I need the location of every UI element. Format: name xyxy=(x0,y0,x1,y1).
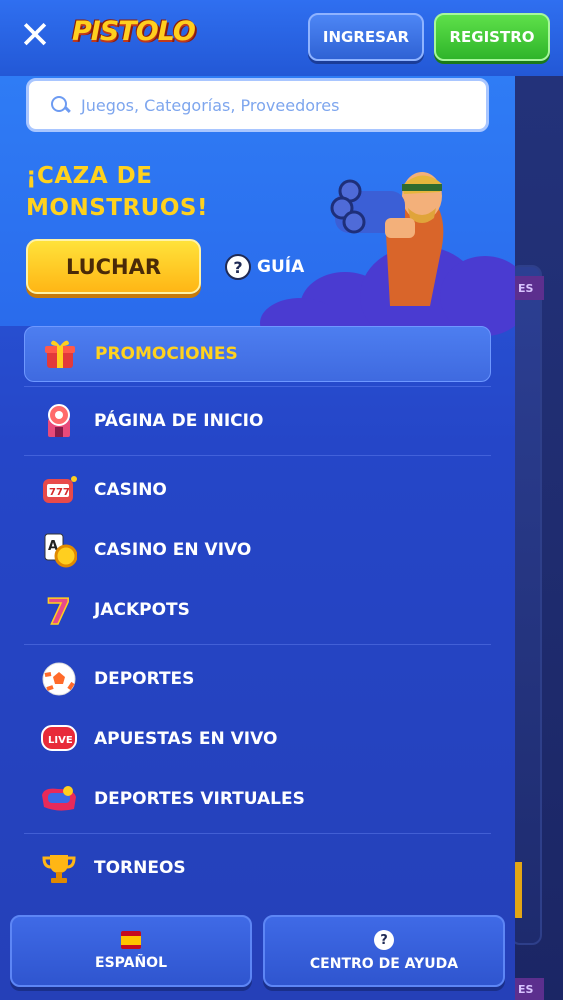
background-tag-2: ES xyxy=(512,978,544,1000)
menu-item-label: CASINO EN VIVO xyxy=(94,540,252,560)
gift-icon xyxy=(41,335,79,373)
menu-item-label: JACKPOTS xyxy=(94,600,190,620)
header: ✕ PISTOLO INGRESAR REGISTRO xyxy=(0,0,563,76)
help-center-button[interactable]: ? CENTRO DE AYUDA xyxy=(263,915,505,987)
menu-item-casino-en-vivo[interactable]: A CASINO EN VIVO xyxy=(24,520,491,580)
menu-item-label: PROMOCIONES xyxy=(95,344,238,364)
soccer-ball-icon xyxy=(40,660,78,698)
login-button[interactable]: INGRESAR xyxy=(308,13,424,61)
seven-icon: 7 xyxy=(40,591,78,629)
menu-item-label: DEPORTES xyxy=(94,669,195,689)
home-icon xyxy=(40,402,78,440)
cards-chip-icon: A xyxy=(40,531,78,569)
slot-machine-icon: 777 xyxy=(40,471,78,509)
fight-button[interactable]: LUCHAR xyxy=(26,239,201,294)
guide-label: GUÍA xyxy=(257,257,305,277)
search-icon xyxy=(49,94,71,116)
menu-item-deportes-virtuales[interactable]: DEPORTES VIRTUALES xyxy=(24,769,491,829)
menu-item-apuestas-en-vivo[interactable]: LIVE APUESTAS EN VIVO xyxy=(24,709,491,769)
close-icon[interactable]: ✕ xyxy=(18,16,52,54)
side-drawer: Juegos, Categorías, Proveedores ¡CAZA DE… xyxy=(0,76,515,1000)
search-input[interactable]: Juegos, Categorías, Proveedores xyxy=(26,78,489,132)
register-button[interactable]: REGISTRO xyxy=(434,13,550,61)
vr-headset-icon xyxy=(40,780,78,818)
menu-item-label: DEPORTES VIRTUALES xyxy=(94,789,305,809)
menu-item-label: PÁGINA DE INICIO xyxy=(94,411,264,431)
promo-title-line1: ¡CAZA DE xyxy=(26,163,153,189)
promo-title: ¡CAZA DE MONSTRUOS! xyxy=(26,160,306,224)
help-center-label: CENTRO DE AYUDA xyxy=(309,956,459,972)
menu-item-pagina-de-inicio[interactable]: PÁGINA DE INICIO xyxy=(24,391,491,451)
search-placeholder: Juegos, Categorías, Proveedores xyxy=(81,95,340,115)
menu-divider xyxy=(24,386,491,387)
live-icon: LIVE xyxy=(40,720,78,758)
menu-divider xyxy=(24,455,491,456)
menu-item-promociones[interactable]: PROMOCIONES xyxy=(24,326,491,382)
svg-text:LIVE: LIVE xyxy=(48,735,73,746)
menu-divider xyxy=(24,644,491,645)
hero-character-illustration xyxy=(330,172,444,306)
help-circle-icon: ? xyxy=(374,930,394,950)
help-circle-icon: ? xyxy=(225,254,251,280)
menu-item-label: APUESTAS EN VIVO xyxy=(94,729,278,749)
promo-title-line2: MONSTRUOS! xyxy=(26,195,208,221)
svg-text:777: 777 xyxy=(49,487,70,498)
trophy-icon xyxy=(40,849,78,887)
logo[interactable]: PISTOLO xyxy=(72,16,196,47)
language-label: ESPAÑOL xyxy=(95,955,167,971)
menu-item-label: TORNEOS xyxy=(94,858,186,878)
menu-item-jackpots[interactable]: 7 JACKPOTS xyxy=(24,580,491,640)
spain-flag-icon xyxy=(121,931,141,949)
menu-item-torneos[interactable]: TORNEOS xyxy=(24,838,491,898)
menu-divider xyxy=(24,833,491,834)
menu-item-casino[interactable]: 777 CASINO xyxy=(24,460,491,520)
main-menu: PROMOCIONES PÁGINA DE INICIO 777 CASINO … xyxy=(24,326,491,898)
svg-text:7: 7 xyxy=(46,592,71,628)
menu-item-label: CASINO xyxy=(94,480,167,500)
background-tag: ES xyxy=(512,276,544,300)
guide-link[interactable]: ? GUÍA xyxy=(225,254,304,280)
language-button[interactable]: ESPAÑOL xyxy=(10,915,252,987)
menu-item-deportes[interactable]: DEPORTES xyxy=(24,649,491,709)
